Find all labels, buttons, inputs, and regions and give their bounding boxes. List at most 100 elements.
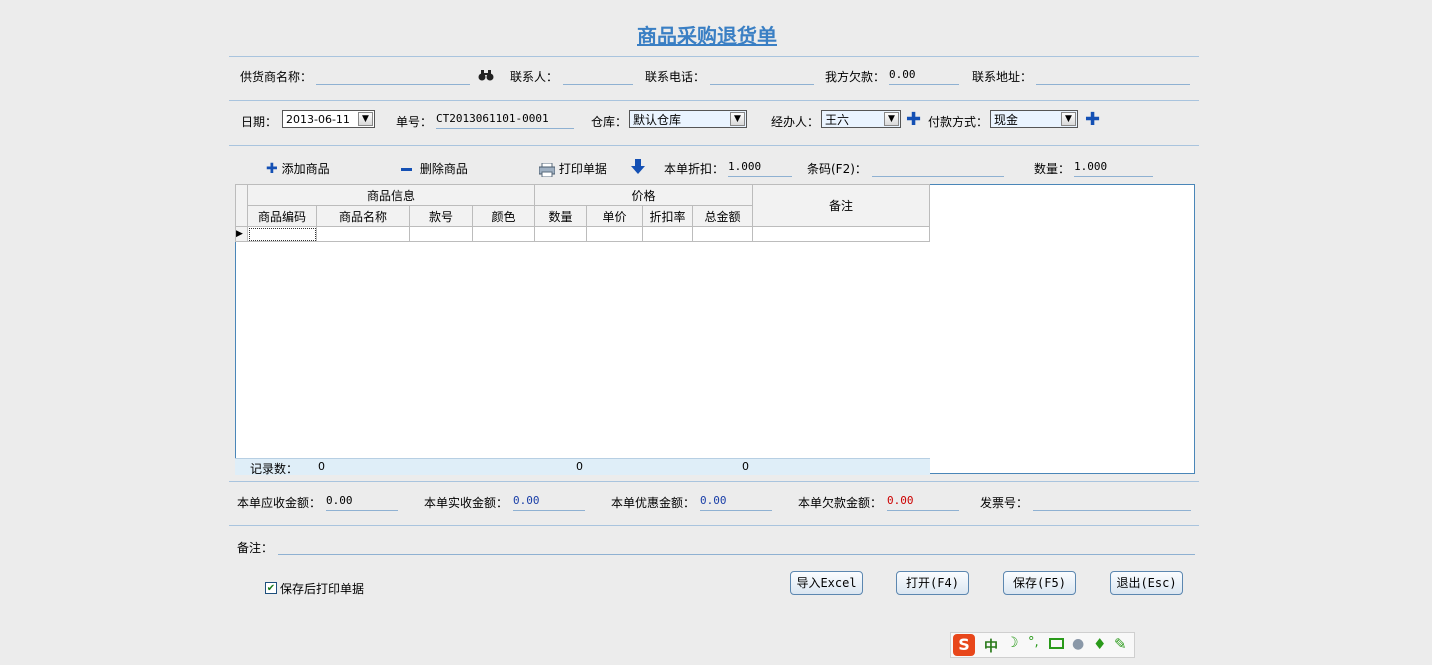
notes-label: 备注： <box>237 541 274 555</box>
printer-icon <box>538 162 556 177</box>
receivable-label: 本单应收金额： <box>237 496 322 510</box>
save-button[interactable]: 保存(F5) <box>1003 571 1076 595</box>
warehouse-select[interactable]: 默认仓库 ▼ <box>629 110 747 128</box>
payment-select[interactable]: 现金 ▼ <box>990 110 1078 128</box>
date-label: 日期： <box>241 115 278 129</box>
col-header[interactable]: 商品名称 <box>316 205 410 227</box>
chevron-down-icon[interactable]: ▼ <box>358 112 373 126</box>
receivable-field[interactable]: 0.00 <box>326 494 398 511</box>
supplier-name-field[interactable] <box>316 68 470 85</box>
debt-amount-field[interactable]: 0.00 <box>887 494 959 511</box>
date-picker[interactable]: 2013-06-11 ▼ <box>282 110 375 128</box>
add-goods-button[interactable]: ✚ 添加商品 <box>266 160 330 177</box>
print-after-save-label: 保存后打印单据 <box>280 582 365 596</box>
arrow-down-icon[interactable] <box>631 159 645 175</box>
col-header[interactable]: 单价 <box>586 205 643 227</box>
plus-icon: ✚ <box>266 161 278 177</box>
print-button[interactable]: 打印单据 <box>538 160 607 177</box>
col-header[interactable]: 款号 <box>409 205 473 227</box>
invoice-field[interactable] <box>1033 494 1191 511</box>
handler-label: 经办人： <box>771 115 820 129</box>
print-after-save-checkbox[interactable]: ✔ <box>265 582 277 594</box>
discount-field[interactable]: 1.000 <box>728 160 792 177</box>
punctuation-icon[interactable]: °, <box>1028 635 1039 650</box>
sogou-logo-icon[interactable]: S <box>953 634 975 656</box>
record-count-value: 0 <box>318 460 325 473</box>
table-cell[interactable] <box>752 226 930 242</box>
exit-button[interactable]: 退出(Esc) <box>1110 571 1183 595</box>
table-cell[interactable] <box>247 226 317 242</box>
table-cell[interactable] <box>586 226 643 242</box>
received-label: 本单实收金额： <box>424 496 509 510</box>
delete-goods-label: 删除商品 <box>419 162 468 176</box>
col-header[interactable]: 商品编码 <box>247 205 317 227</box>
order-no-label: 单号： <box>396 115 433 129</box>
chevron-down-icon[interactable]: ▼ <box>730 112 745 126</box>
tools-icon[interactable]: ✎ <box>1114 635 1127 653</box>
total-amount-value: 0 <box>742 460 749 473</box>
remark-header: 备注 <box>752 184 930 227</box>
divider <box>229 100 1199 101</box>
table-cell[interactable] <box>316 226 410 242</box>
our-debt-field[interactable]: 0.00 <box>889 68 959 85</box>
page-title: 商品采购退货单 <box>637 24 777 48</box>
contact-label: 联系人： <box>510 70 559 84</box>
binoculars-icon[interactable] <box>478 68 494 82</box>
phone-label: 联系电话： <box>645 70 706 84</box>
table-cell[interactable] <box>472 226 535 242</box>
table-row[interactable]: ▶ <box>235 226 930 242</box>
import-excel-button[interactable]: 导入Excel <box>790 571 863 595</box>
chevron-down-icon[interactable]: ▼ <box>884 112 899 126</box>
barcode-label: 条码(F2)： <box>807 162 867 176</box>
handler-value: 王六 <box>825 113 850 127</box>
handler-select[interactable]: 王六 ▼ <box>821 110 901 128</box>
add-payment-icon[interactable]: ✚ <box>1085 111 1100 129</box>
discount-amount-field[interactable]: 0.00 <box>700 494 772 511</box>
notes-field[interactable] <box>278 538 1195 555</box>
warehouse-value: 默认仓库 <box>633 113 682 127</box>
divider <box>229 56 1199 57</box>
record-count-label: 记录数： <box>250 462 299 476</box>
col-header[interactable]: 颜色 <box>472 205 535 227</box>
open-button[interactable]: 打开(F4) <box>896 571 969 595</box>
user-icon[interactable]: ● <box>1072 636 1084 652</box>
keyboard-icon[interactable] <box>1049 638 1064 649</box>
goods-table: 商品信息 价格 备注 商品编码 商品名称 款号 颜色 数量 单价 折扣率 总金额… <box>235 184 930 242</box>
order-no-field[interactable]: CT2013061101-0001 <box>436 112 574 129</box>
col-header[interactable]: 数量 <box>534 205 587 227</box>
chevron-down-icon[interactable]: ▼ <box>1061 112 1076 126</box>
skin-icon[interactable]: ♦ <box>1093 635 1106 653</box>
table-cell[interactable] <box>692 226 753 242</box>
table-cell[interactable] <box>409 226 473 242</box>
moon-icon[interactable]: ☽ <box>1006 635 1019 651</box>
table-cell[interactable] <box>642 226 693 242</box>
qty-label: 数量： <box>1034 162 1071 176</box>
address-label: 联系地址： <box>972 70 1033 84</box>
invoice-label: 发票号： <box>980 496 1029 510</box>
goods-info-header: 商品信息 <box>247 184 535 206</box>
row-indicator-header <box>235 184 248 227</box>
address-field[interactable] <box>1036 68 1190 85</box>
col-header[interactable]: 折扣率 <box>642 205 693 227</box>
add-goods-label: 添加商品 <box>281 162 330 176</box>
payment-label: 付款方式： <box>928 115 989 129</box>
discount-label: 本单折扣： <box>664 162 725 176</box>
received-field[interactable]: 0.00 <box>513 494 585 511</box>
barcode-field[interactable] <box>872 160 1004 177</box>
total-qty-value: 0 <box>576 460 583 473</box>
col-header[interactable]: 总金额 <box>692 205 753 227</box>
table-cell[interactable] <box>534 226 587 242</box>
add-handler-icon[interactable]: ✚ <box>906 111 921 129</box>
our-debt-label: 我方欠款： <box>825 70 886 84</box>
delete-goods-button[interactable]: 删除商品 <box>401 160 468 177</box>
debt-amount-label: 本单欠款金额： <box>798 496 883 510</box>
ime-lang[interactable]: 中 <box>984 636 998 656</box>
current-row-marker-icon: ▶ <box>235 226 248 242</box>
contact-field[interactable] <box>563 68 633 85</box>
divider <box>229 525 1199 526</box>
warehouse-label: 仓库： <box>591 115 628 129</box>
grid-footer: 记录数： 0 0 0 <box>235 458 930 476</box>
qty-field[interactable]: 1.000 <box>1074 160 1153 177</box>
phone-field[interactable] <box>710 68 814 85</box>
ime-toolbar[interactable]: S 中 ☽ °, ● ♦ ✎ <box>950 632 1135 658</box>
